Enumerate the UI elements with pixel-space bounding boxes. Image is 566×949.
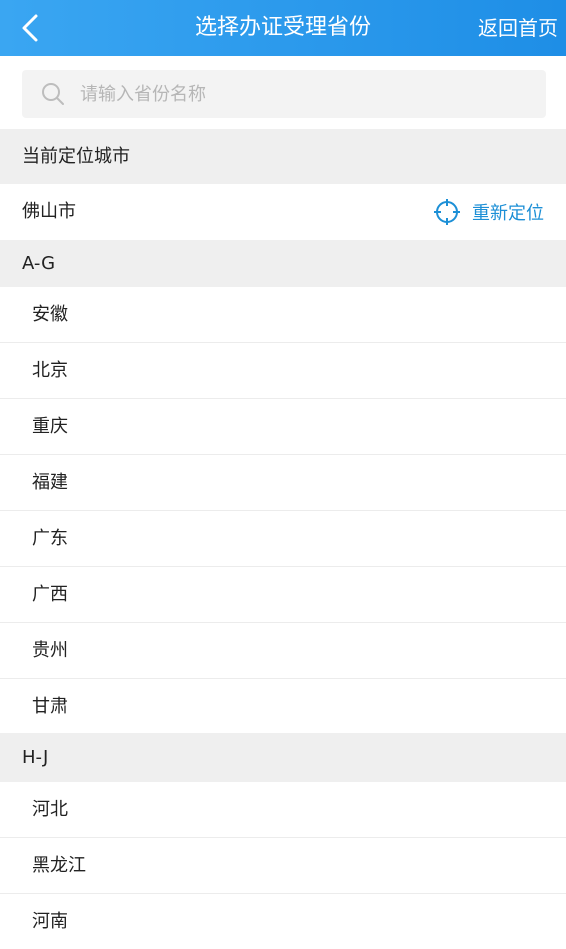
list-item-province[interactable]: 广西 (0, 567, 566, 623)
section-header-current-location: 当前定位城市 (0, 129, 566, 184)
list-item-province[interactable]: 河北 (0, 782, 566, 838)
list-item-province[interactable]: 贵州 (0, 623, 566, 679)
list-item-province[interactable]: 重庆 (0, 399, 566, 455)
list-item-province[interactable]: 安徽 (0, 287, 566, 343)
list-item-province[interactable]: 甘肃 (0, 679, 566, 734)
search-bar (0, 56, 566, 129)
list-item-province[interactable]: 北京 (0, 343, 566, 399)
crosshair-icon (434, 199, 460, 225)
province-list-h-j: 河北 黑龙江 河南 (0, 782, 566, 949)
section-header-h-j: H-J (0, 733, 566, 782)
home-link[interactable]: 返回首页 (478, 0, 558, 56)
chevron-left-icon (19, 13, 41, 43)
province-list-a-g: 安徽 北京 重庆 福建 广东 广西 贵州 甘肃 (0, 287, 566, 734)
back-button[interactable] (8, 6, 52, 50)
relocate-label: 重新定位 (472, 203, 544, 224)
current-city[interactable]: 佛山市 (22, 184, 76, 240)
list-item-province[interactable]: 广东 (0, 511, 566, 567)
list-item-province[interactable]: 黑龙江 (0, 838, 566, 894)
search-box[interactable] (22, 70, 546, 118)
header-bar: 选择办证受理省份 返回首页 (0, 0, 566, 56)
list-item-province[interactable]: 福建 (0, 455, 566, 511)
relocate-button[interactable]: 重新定位 (434, 184, 544, 240)
current-location-row: 佛山市 重新定位 (0, 184, 566, 240)
search-icon (40, 81, 66, 107)
list-item-province[interactable]: 河南 (0, 894, 566, 949)
section-header-a-g: A-G (0, 240, 566, 287)
search-input[interactable] (78, 82, 522, 106)
